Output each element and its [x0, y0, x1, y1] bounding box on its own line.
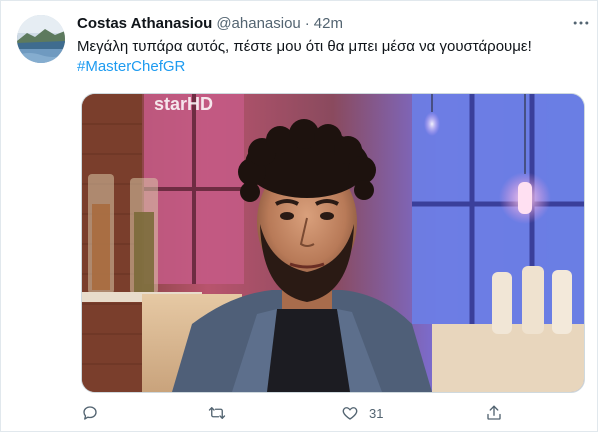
avatar[interactable] — [17, 15, 65, 63]
share-icon — [487, 405, 501, 420]
retweet-icon — [208, 407, 226, 419]
more-horizontal-icon — [573, 21, 589, 25]
author-handle[interactable]: @ahanasiou — [216, 15, 300, 32]
hashtag-link[interactable]: #MasterChefGR — [77, 57, 583, 77]
author-name[interactable]: Costas Athanasiou — [77, 15, 212, 32]
media-watermark-text: starHD — [154, 94, 213, 114]
tweet-media-image[interactable]: starHD — [81, 93, 585, 393]
heart-icon — [342, 407, 358, 420]
tweet-text-body: Μεγάλη τυπάρα αυτός, πέστε μου ότι θα μπ… — [77, 38, 532, 55]
like-button[interactable]: 31 — [341, 401, 383, 425]
tweet-header: Costas Athanasiou @ahanasiou · 42m — [77, 13, 583, 35]
reply-button[interactable] — [81, 401, 99, 425]
more-options-button[interactable] — [569, 13, 593, 33]
tweet-text: Μεγάλη τυπάρα αυτός, πέστε μου ότι θα μπ… — [77, 37, 583, 77]
like-count: 31 — [369, 405, 384, 421]
tweet-content: Costas Athanasiou @ahanasiou · 42m Μεγάλη τ… — [77, 13, 583, 77]
tweet[interactable]: Costas Athanasiou @ahanasiou · 42m Μεγάλη τ… — [1, 1, 597, 431]
reply-icon — [83, 406, 97, 420]
media-photo: starHD — [82, 94, 584, 392]
tweet-timestamp[interactable]: 42m — [314, 15, 343, 32]
retweet-button[interactable] — [207, 401, 227, 425]
tweet-card-frame: Costas Athanasiou @ahanasiou · 42m Μεγάλη τ… — [0, 0, 598, 432]
tweet-actions-bar: 31 — [1, 401, 597, 425]
share-button[interactable] — [485, 401, 503, 425]
separator-dot: · — [304, 15, 310, 32]
